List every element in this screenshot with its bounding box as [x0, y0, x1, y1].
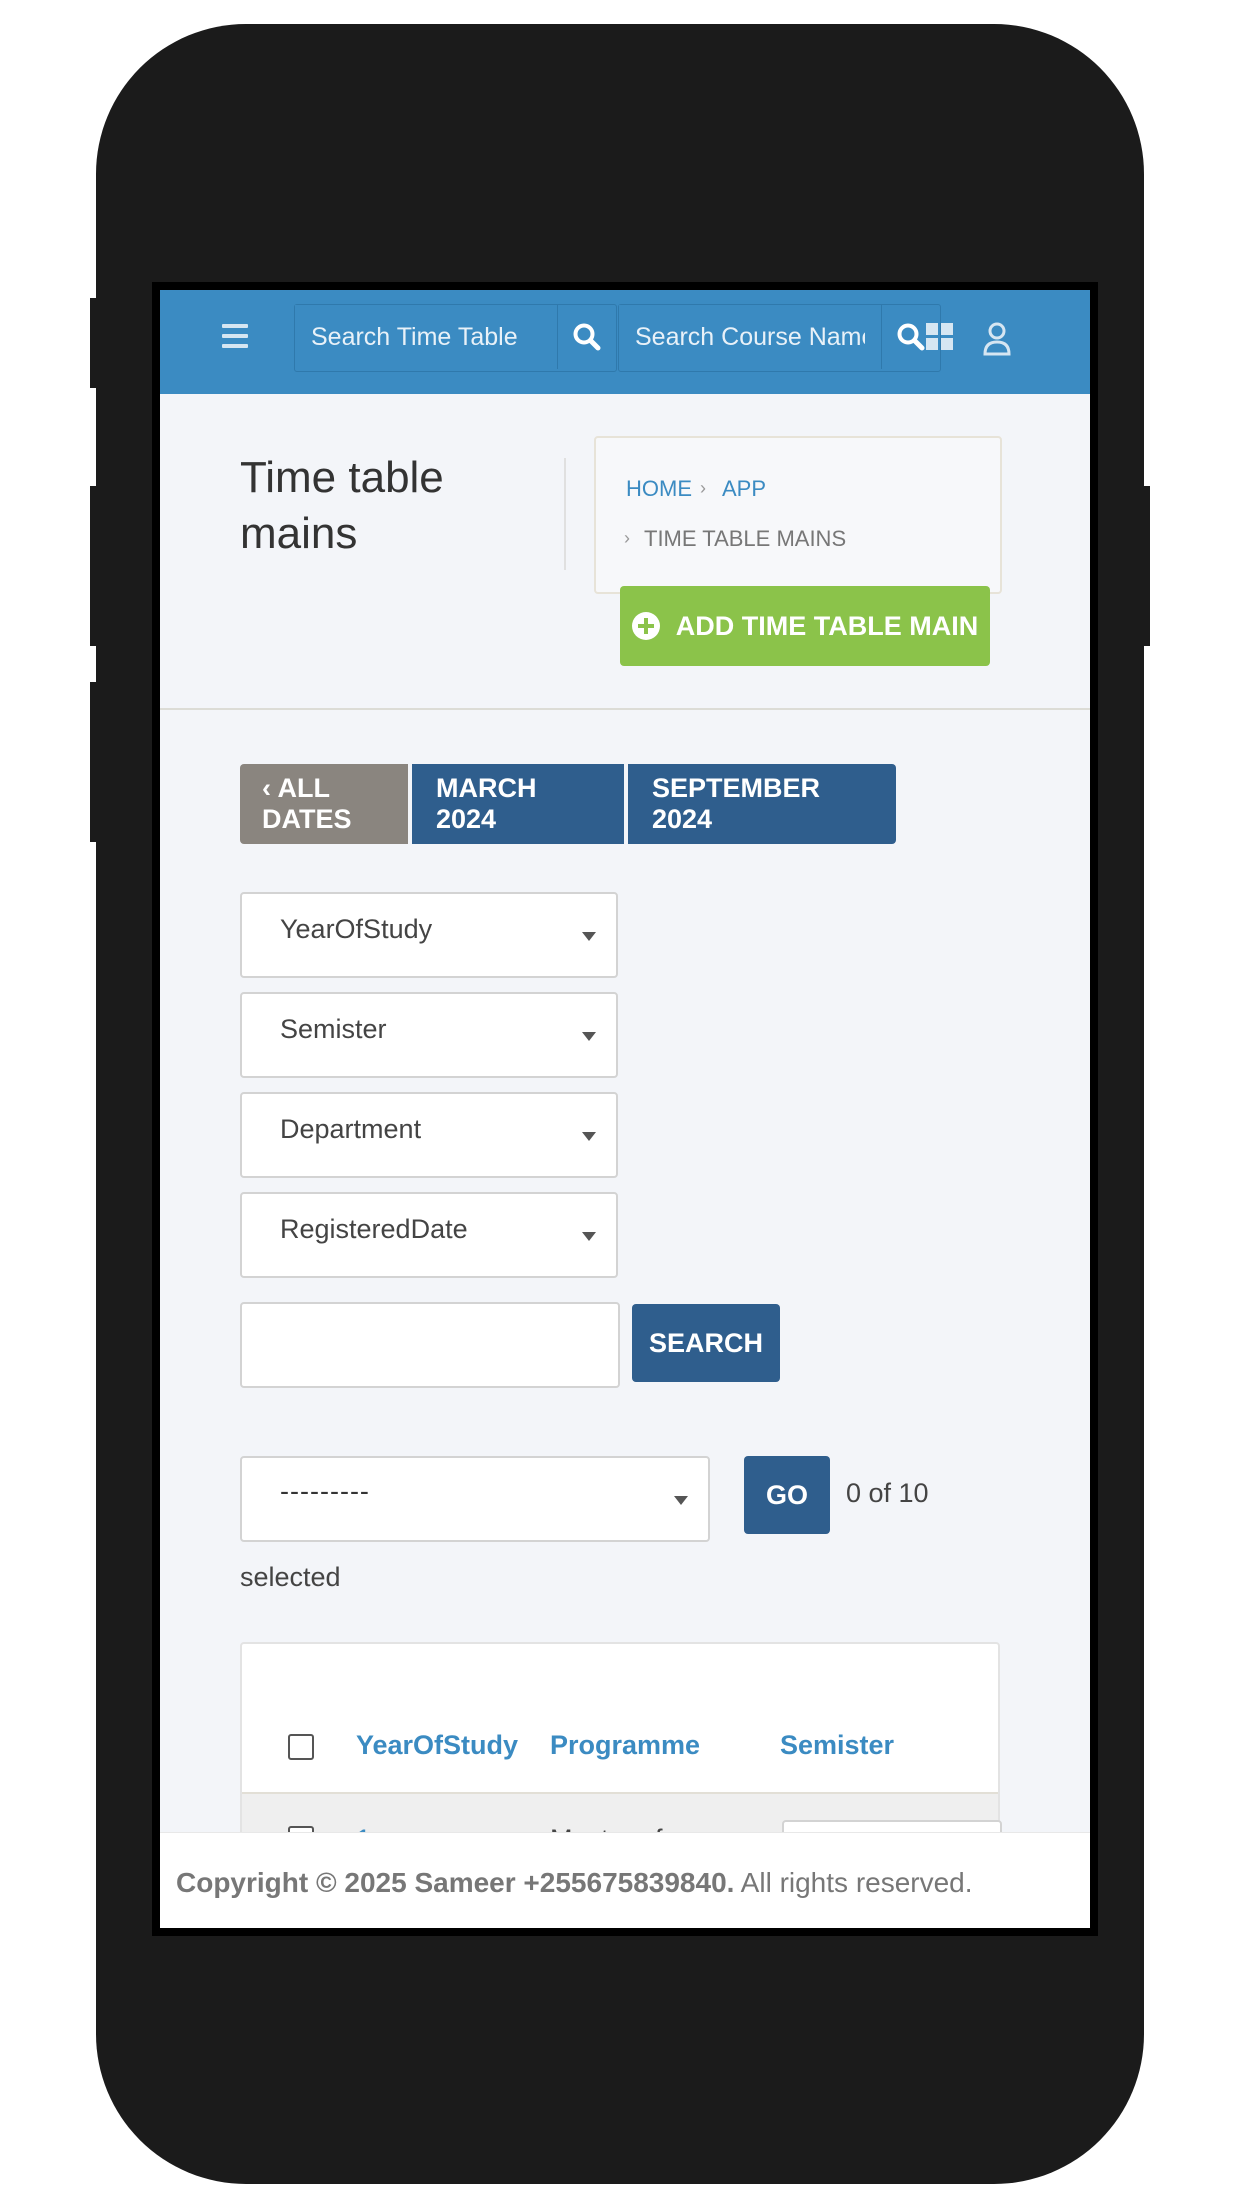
registered-date-select[interactable]: RegisteredDate: [240, 1192, 618, 1278]
select-value: RegisteredDate: [280, 1214, 468, 1244]
search-icon: [897, 323, 925, 351]
plus-circle-icon: [631, 612, 660, 640]
select-all-checkbox[interactable]: [288, 1734, 314, 1760]
breadcrumb: HOME › APP › TIME TABLE MAINS: [594, 436, 1002, 594]
add-button-label: ADD TIME TABLE MAIN: [675, 610, 979, 641]
select-value: Semister: [280, 1014, 387, 1044]
column-header-programme[interactable]: Programme: [550, 1730, 700, 1761]
select-value: Department: [280, 1114, 422, 1144]
all-dates-button[interactable]: ‹ ALL DATES: [240, 764, 408, 844]
year-of-study-select[interactable]: YearOfStudy: [240, 892, 618, 978]
selection-counter: 0 of 10: [846, 1478, 929, 1508]
search-time-table-input[interactable]: [295, 305, 557, 369]
caret-down-icon: [582, 1232, 596, 1241]
breadcrumb-home[interactable]: HOME: [626, 476, 692, 502]
filter-search-input[interactable]: [240, 1302, 620, 1388]
selection-counter-suffix: selected: [240, 1562, 341, 1592]
caret-down-icon: [582, 1032, 596, 1041]
breadcrumb-current: TIME TABLE MAINS: [644, 526, 847, 551]
breadcrumb-separator: ›: [700, 478, 706, 498]
breadcrumb-separator: ›: [624, 528, 630, 548]
date-september-2024[interactable]: SEPTEMBER 2024: [628, 764, 896, 844]
phone-side-button: [90, 486, 100, 646]
department-select[interactable]: Department: [240, 1092, 618, 1178]
title-divider: [564, 458, 566, 570]
go-button[interactable]: GO: [744, 1456, 830, 1534]
time-table-search: [294, 304, 617, 372]
hamburger-icon[interactable]: [222, 324, 248, 352]
search-icon: [573, 323, 601, 351]
search-button[interactable]: SEARCH: [632, 1304, 780, 1382]
footer-copyright: Copyright © 2025 Sameer +255675839840.: [176, 1867, 735, 1898]
phone-side-button: [90, 682, 100, 842]
select-value: ---------: [280, 1476, 370, 1506]
top-navbar: [160, 290, 1090, 394]
bulk-action-select[interactable]: ---------: [240, 1456, 710, 1542]
footer-text: Copyright © 2025 Sameer +255675839840. A…: [176, 1867, 973, 1899]
footer: Copyright © 2025 Sameer +255675839840. A…: [160, 1832, 1090, 1928]
date-filter: ‹ ALL DATES MARCH 2024 SEPTEMBER 2024: [240, 764, 896, 844]
phone-screen: Time table mains HOME › APP › TIME TABLE…: [152, 282, 1098, 1936]
phone-side-button: [1140, 486, 1150, 646]
course-search: [618, 304, 941, 372]
search-time-table-button[interactable]: [557, 305, 616, 369]
grid-icon[interactable]: [925, 322, 955, 352]
breadcrumb-app[interactable]: APP: [722, 476, 766, 502]
phone-side-button: [90, 298, 100, 388]
page-title: Time table mains: [240, 453, 444, 558]
semister-select[interactable]: Semister: [240, 992, 618, 1078]
user-icon[interactable]: [982, 320, 1012, 356]
caret-down-icon: [582, 1132, 596, 1141]
column-header-semister[interactable]: Semister: [780, 1730, 894, 1761]
caret-down-icon: [582, 932, 596, 941]
column-header-year-of-study[interactable]: YearOfStudy: [356, 1730, 518, 1761]
header-divider: [160, 708, 1090, 710]
search-course-input[interactable]: [619, 305, 881, 369]
caret-down-icon: [674, 1496, 688, 1505]
select-value: YearOfStudy: [280, 914, 433, 944]
add-time-table-main-button[interactable]: ADD TIME TABLE MAIN: [620, 586, 990, 666]
date-march-2024[interactable]: MARCH 2024: [412, 764, 624, 844]
footer-rights: All rights reserved.: [734, 1867, 973, 1898]
